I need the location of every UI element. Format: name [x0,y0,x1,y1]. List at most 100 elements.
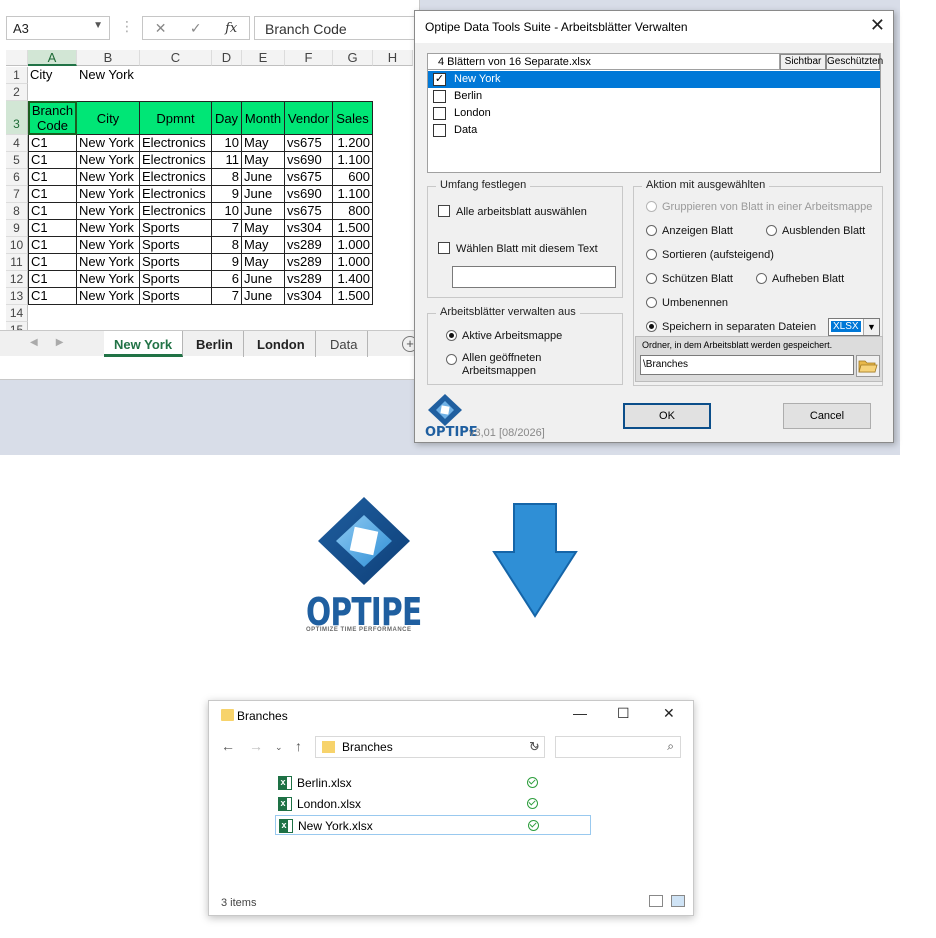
select-by-text-checkbox[interactable] [438,242,450,254]
formula-input[interactable]: Branch Code [254,16,420,40]
show-sheet-option[interactable]: Anzeigen Blatt [646,225,733,237]
table-cell[interactable]: 8 [212,169,242,186]
save-separate-radio[interactable] [646,321,657,332]
table-header-cell[interactable]: Sales [333,101,373,135]
protected-column-header[interactable]: Geschützten [826,54,883,70]
sheet-checkbox[interactable] [433,124,446,137]
browse-folder-button[interactable] [856,355,880,377]
table-cell[interactable]: Sports [140,254,212,271]
file-list-item[interactable]: New York.xlsx [275,815,591,835]
sort-option[interactable]: Sortieren (aufsteigend) [646,249,774,261]
table-cell[interactable]: 1.000 [333,237,373,254]
up-arrow-icon[interactable]: ↑ [295,738,302,754]
table-header-cell[interactable]: Month [242,101,285,135]
file-format-select[interactable]: XLSX ▼ [828,318,880,336]
cancel-button[interactable]: Cancel [783,403,871,429]
table-cell[interactable]: June [242,288,285,305]
table-cell[interactable]: C1 [28,220,77,237]
tab-data[interactable]: Data [320,331,369,357]
tab-new-york[interactable]: New York [104,331,184,357]
table-cell[interactable]: vs690 [285,152,333,169]
close-icon[interactable]: ✕ [870,15,885,36]
row-header[interactable]: 2 [6,84,28,101]
table-cell[interactable]: 1.000 [333,254,373,271]
table-cell[interactable]: vs289 [285,254,333,271]
table-cell[interactable]: Electronics [140,186,212,203]
details-view-icon[interactable] [649,895,663,907]
table-cell[interactable]: 10 [212,135,242,152]
table-cell[interactable]: 7 [212,220,242,237]
show-sheet-radio[interactable] [646,225,657,236]
row-header[interactable]: 4 [6,135,28,152]
sheet-checkbox[interactable] [433,107,446,120]
table-cell[interactable]: vs675 [285,203,333,220]
table-cell[interactable]: May [242,237,285,254]
row-header[interactable]: 14 [6,305,28,322]
table-cell[interactable]: May [242,152,285,169]
unprotect-sheet-option[interactable]: Aufheben Blatt [756,273,844,285]
all-open-workbooks-option[interactable]: Allen geöffneten Arbeitsmappen [446,352,541,377]
ok-button[interactable]: OK [623,403,711,429]
row-header[interactable]: 12 [6,271,28,288]
table-cell[interactable]: June [242,203,285,220]
table-cell[interactable]: 1.500 [333,220,373,237]
maximize-icon[interactable]: ☐ [617,705,630,722]
forward-arrow-icon[interactable]: → [249,738,263,754]
table-cell[interactable]: New York [77,271,140,288]
sheet-list-item[interactable]: Berlin [428,88,880,105]
row-header[interactable]: 7 [6,186,28,203]
table-cell[interactable]: 10 [212,203,242,220]
table-header-cell[interactable]: City [77,101,140,135]
table-cell[interactable]: vs675 [285,135,333,152]
cell-b1[interactable]: New York [77,67,167,83]
tab-london[interactable]: London [247,331,316,357]
table-cell[interactable]: 1.200 [333,135,373,152]
table-cell[interactable]: C1 [28,271,77,288]
table-cell[interactable]: May [242,135,285,152]
table-cell[interactable]: C1 [28,152,77,169]
file-list-item[interactable]: London.xlsx [275,794,591,814]
table-cell[interactable]: June [242,271,285,288]
column-header[interactable]: C [140,50,212,66]
file-list-item[interactable]: Berlin.xlsx [275,773,591,793]
close-icon[interactable]: ✕ [663,705,675,722]
table-cell[interactable]: 6 [212,271,242,288]
table-cell[interactable]: New York [77,169,140,186]
table-cell[interactable]: New York [77,237,140,254]
close-icon[interactable]: ✕ [155,20,167,37]
table-cell[interactable]: C1 [28,186,77,203]
fx-icon[interactable]: fx [225,21,237,36]
refresh-icon[interactable]: ↻ [529,739,540,755]
protect-sheet-option[interactable]: Schützen Blatt [646,273,733,285]
table-cell[interactable]: Sports [140,271,212,288]
select-by-text-option[interactable]: Wählen Blatt mit diesem Text [438,242,598,255]
table-cell[interactable]: C1 [28,203,77,220]
table-cell[interactable]: June [242,186,285,203]
table-cell[interactable]: New York [77,135,140,152]
column-header[interactable]: B [77,50,140,66]
output-folder-input[interactable]: \Branches [640,355,854,375]
table-cell[interactable]: vs304 [285,220,333,237]
select-all-option[interactable]: Alle arbeitsblatt auswählen [438,205,587,218]
check-icon[interactable]: ✓ [190,20,202,37]
table-cell[interactable]: 1.100 [333,186,373,203]
active-workbook-option[interactable]: Aktive Arbeitsmappe [446,330,562,342]
chevron-down-icon[interactable]: ▼ [93,20,103,31]
hide-sheet-option[interactable]: Ausblenden Blatt [766,225,865,237]
row-header[interactable]: 1 [6,67,28,84]
table-cell[interactable]: C1 [28,237,77,254]
protect-sheet-radio[interactable] [646,273,657,284]
sheet-checkbox[interactable]: ✓ [433,73,446,86]
cell-a1[interactable]: City [28,67,77,83]
table-cell[interactable]: New York [77,152,140,169]
table-cell[interactable]: vs690 [285,186,333,203]
table-cell[interactable]: C1 [28,135,77,152]
chevron-down-icon[interactable]: ▼ [863,319,879,335]
rename-option[interactable]: Umbenennen [646,297,728,309]
table-cell[interactable]: New York [77,254,140,271]
row-header[interactable]: 8 [6,203,28,220]
all-open-workbooks-radio[interactable] [446,354,457,365]
table-cell[interactable]: Sports [140,288,212,305]
table-cell[interactable]: Electronics [140,203,212,220]
sheet-nav-arrows-icon[interactable]: ◀▶ [30,337,81,348]
